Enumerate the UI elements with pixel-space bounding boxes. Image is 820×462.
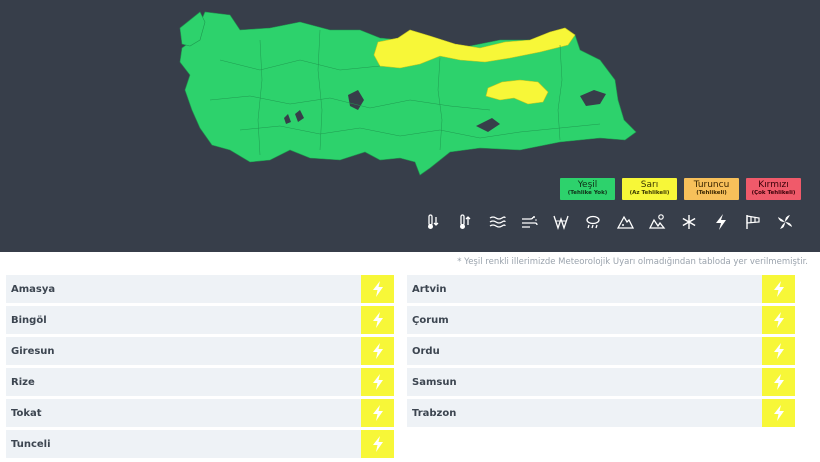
- province-name: Ordu: [412, 345, 440, 357]
- legend-green-sub: (Tehlike Yok): [567, 190, 608, 197]
- legend-green-name: Yeşil: [577, 180, 598, 191]
- warning-badge: [361, 368, 394, 396]
- warning-badge: [762, 368, 795, 396]
- legend-red-name: Kırmızı: [758, 180, 789, 191]
- warning-badge: [361, 399, 394, 427]
- warning-badge: [361, 430, 394, 458]
- fog-icon[interactable]: [486, 213, 508, 231]
- legend-yellow-sub: (Az Tehlikeli): [629, 190, 670, 197]
- lightning-icon: [773, 405, 784, 421]
- warning-list-right: Artvin Çorum Ordu Samsun Trabzon: [407, 275, 795, 430]
- dust-wind-icon[interactable]: [518, 213, 540, 231]
- legend-green: Yeşil (Tehlike Yok): [560, 178, 615, 200]
- lightning-icon: [372, 405, 383, 421]
- province-row-trabzon[interactable]: Trabzon: [407, 399, 795, 427]
- province-row-tokat[interactable]: Tokat: [6, 399, 394, 427]
- province-name: Tunceli: [11, 438, 51, 450]
- lightning-icon: [773, 343, 784, 359]
- province-name: Amasya: [11, 283, 56, 295]
- province-name: Giresun: [11, 345, 55, 357]
- green-note: * Yeşil renkli illerimizde Meteorolojik …: [457, 257, 808, 267]
- warning-badge: [361, 306, 394, 334]
- warning-badge: [361, 337, 394, 365]
- warning-badge: [762, 275, 795, 303]
- hot-temperature-icon[interactable]: [454, 213, 476, 231]
- province-row-ordu[interactable]: Ordu: [407, 337, 795, 365]
- province-name: Çorum: [412, 314, 449, 326]
- province-row-corum[interactable]: Çorum: [407, 306, 795, 334]
- storm-icon[interactable]: [774, 213, 796, 231]
- province-name: Rize: [11, 376, 35, 388]
- province-name: Bingöl: [11, 314, 47, 326]
- legend-orange: Turuncu (Tehlikeli): [684, 178, 739, 200]
- legend-red-sub: (Çok Tehlikeli): [751, 190, 796, 197]
- lightning-icon: [773, 312, 784, 328]
- province-name: Tokat: [11, 407, 42, 419]
- province-row-artvin[interactable]: Artvin: [407, 275, 795, 303]
- cold-temperature-icon[interactable]: [422, 213, 444, 231]
- lightning-icon: [372, 436, 383, 452]
- warning-legend: Yeşil (Tehlike Yok) Sarı (Az Tehlikeli) …: [560, 178, 801, 200]
- lightning-icon: [372, 312, 383, 328]
- avalanche-icon[interactable]: [614, 213, 636, 231]
- strong-wind-icon[interactable]: [550, 213, 572, 231]
- hail-icon[interactable]: [646, 213, 668, 231]
- heavy-rain-icon[interactable]: [582, 213, 604, 231]
- lightning-icon[interactable]: [710, 213, 732, 231]
- province-row-amasya[interactable]: Amasya: [6, 275, 394, 303]
- legend-orange-name: Turuncu: [693, 180, 730, 191]
- warning-list-left: Amasya Bingöl Giresun Rize Tokat Tunceli: [6, 275, 394, 461]
- map-panel: Yeşil (Tehlike Yok) Sarı (Az Tehlikeli) …: [0, 0, 820, 252]
- lightning-icon: [372, 281, 383, 297]
- legend-yellow: Sarı (Az Tehlikeli): [622, 178, 677, 200]
- province-name: Samsun: [412, 376, 457, 388]
- province-row-tunceli[interactable]: Tunceli: [6, 430, 394, 458]
- province-row-rize[interactable]: Rize: [6, 368, 394, 396]
- lightning-icon: [773, 374, 784, 390]
- province-row-giresun[interactable]: Giresun: [6, 337, 394, 365]
- province-row-samsun[interactable]: Samsun: [407, 368, 795, 396]
- province-row-bingol[interactable]: Bingöl: [6, 306, 394, 334]
- warning-badge: [361, 275, 394, 303]
- province-name: Artvin: [412, 283, 447, 295]
- province-name: Trabzon: [412, 407, 457, 419]
- lightning-icon: [773, 281, 784, 297]
- hazard-icon-bar: [422, 213, 796, 231]
- snow-icon[interactable]: [678, 213, 700, 231]
- warning-badge: [762, 399, 795, 427]
- warning-badge: [762, 337, 795, 365]
- legend-yellow-name: Sarı: [640, 180, 659, 191]
- legend-orange-sub: (Tehlikeli): [696, 190, 727, 197]
- legend-red: Kırmızı (Çok Tehlikeli): [746, 178, 801, 200]
- lightning-icon: [372, 343, 383, 359]
- windsock-icon[interactable]: [742, 213, 764, 231]
- lightning-icon: [372, 374, 383, 390]
- warning-badge: [762, 306, 795, 334]
